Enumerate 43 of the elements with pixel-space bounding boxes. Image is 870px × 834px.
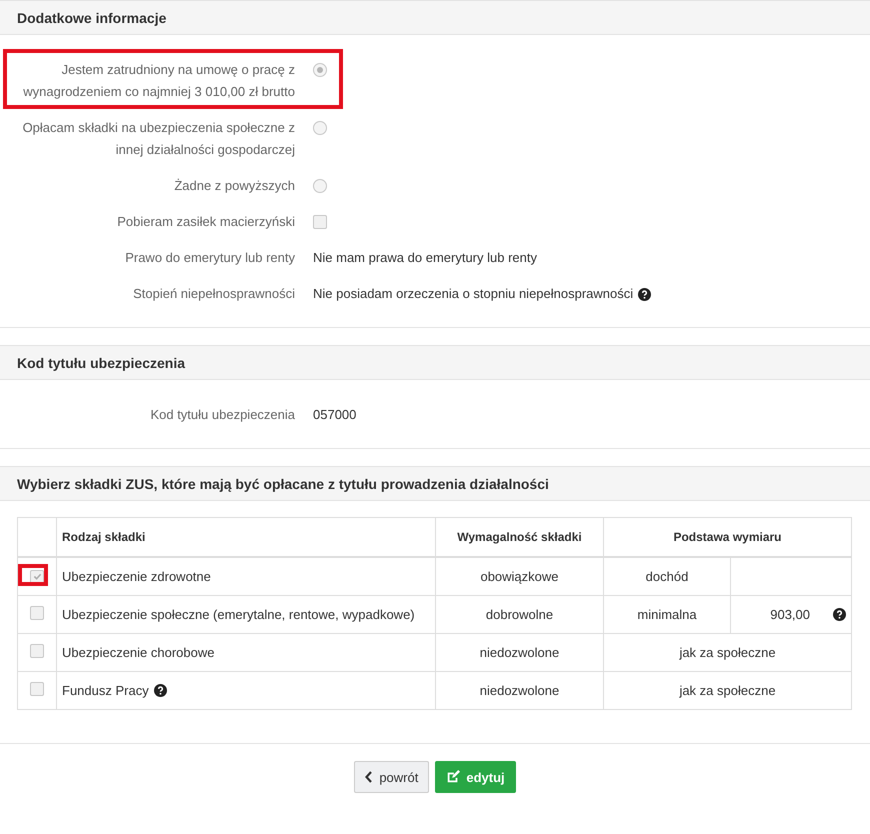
field-label: Opłacam składki na ubezpieczenia społeczne z innej działalności gospodarczej	[22, 119, 295, 159]
table-cell: jak za społeczne	[679, 645, 776, 660]
checkbox[interactable]	[30, 682, 44, 696]
table-cell: Fundusz Pracy	[62, 683, 149, 698]
checkbox[interactable]	[30, 644, 44, 658]
radio-button[interactable]	[313, 121, 327, 135]
section-title: Kod tytułu ubezpieczenia	[17, 354, 186, 370]
table-cell: jak za społeczne	[679, 683, 776, 698]
field-label: Żadne z powyższych	[174, 177, 295, 195]
checkbox[interactable]	[313, 215, 327, 229]
field-value: 057000	[313, 406, 356, 424]
table-cell: obowiązkowe	[480, 569, 559, 584]
table-cell: Ubezpieczenie zdrowotne	[62, 569, 211, 584]
help-icon[interactable]	[833, 608, 846, 621]
table-cell: minimalna	[637, 607, 697, 622]
field-value: Nie posiadam orzeczenia o stopniu niepełnosprawności	[313, 285, 634, 303]
table-cell: niedozwolone	[480, 683, 560, 698]
radio-button[interactable]	[313, 63, 327, 77]
table-cell: 903,00	[770, 607, 810, 622]
chevron-left-icon	[365, 771, 374, 783]
section-title: Dodatkowe informacje	[17, 10, 166, 26]
checkbox[interactable]	[30, 570, 44, 584]
column-header: Wymagalność składki	[436, 518, 604, 557]
field-label: Kod tytułu ubezpieczenia	[150, 406, 295, 424]
table-cell: Ubezpieczenie społeczne (emerytalne, rentowe, wypadkowe)	[62, 607, 415, 622]
checkbox[interactable]	[30, 606, 44, 620]
help-icon[interactable]	[638, 288, 652, 300]
back-button[interactable]: powrót	[354, 761, 430, 793]
section-title: Wybierz składki ZUS, które mają być opłacane z tytułu prowadzenia działalności	[17, 476, 549, 492]
table-cell: niedozwolone	[480, 645, 560, 660]
field-label: Pobieram zasiłek macierzyński	[117, 213, 295, 231]
table-cell: dobrowolne	[486, 607, 554, 622]
help-icon[interactable]	[154, 684, 167, 697]
column-header: Podstawa wymiaru	[604, 518, 852, 557]
table-cell: Ubezpieczenie chorobowe	[62, 645, 214, 660]
field-label: Prawo do emerytury lub renty	[125, 249, 295, 267]
radio-button[interactable]	[313, 179, 327, 193]
field-label: Jestem zatrudniony na umowę o pracę z wynagrodzeniem co najmniej 3 010,00 zł brutto	[22, 61, 295, 101]
column-header: Rodzaj składki	[56, 518, 436, 557]
edit-icon	[446, 770, 460, 784]
table-cell: dochód	[646, 569, 688, 584]
field-value: Nie mam prawa do emerytury lub renty	[313, 249, 537, 267]
field-label: Stopień niepełnosprawności	[133, 285, 295, 303]
